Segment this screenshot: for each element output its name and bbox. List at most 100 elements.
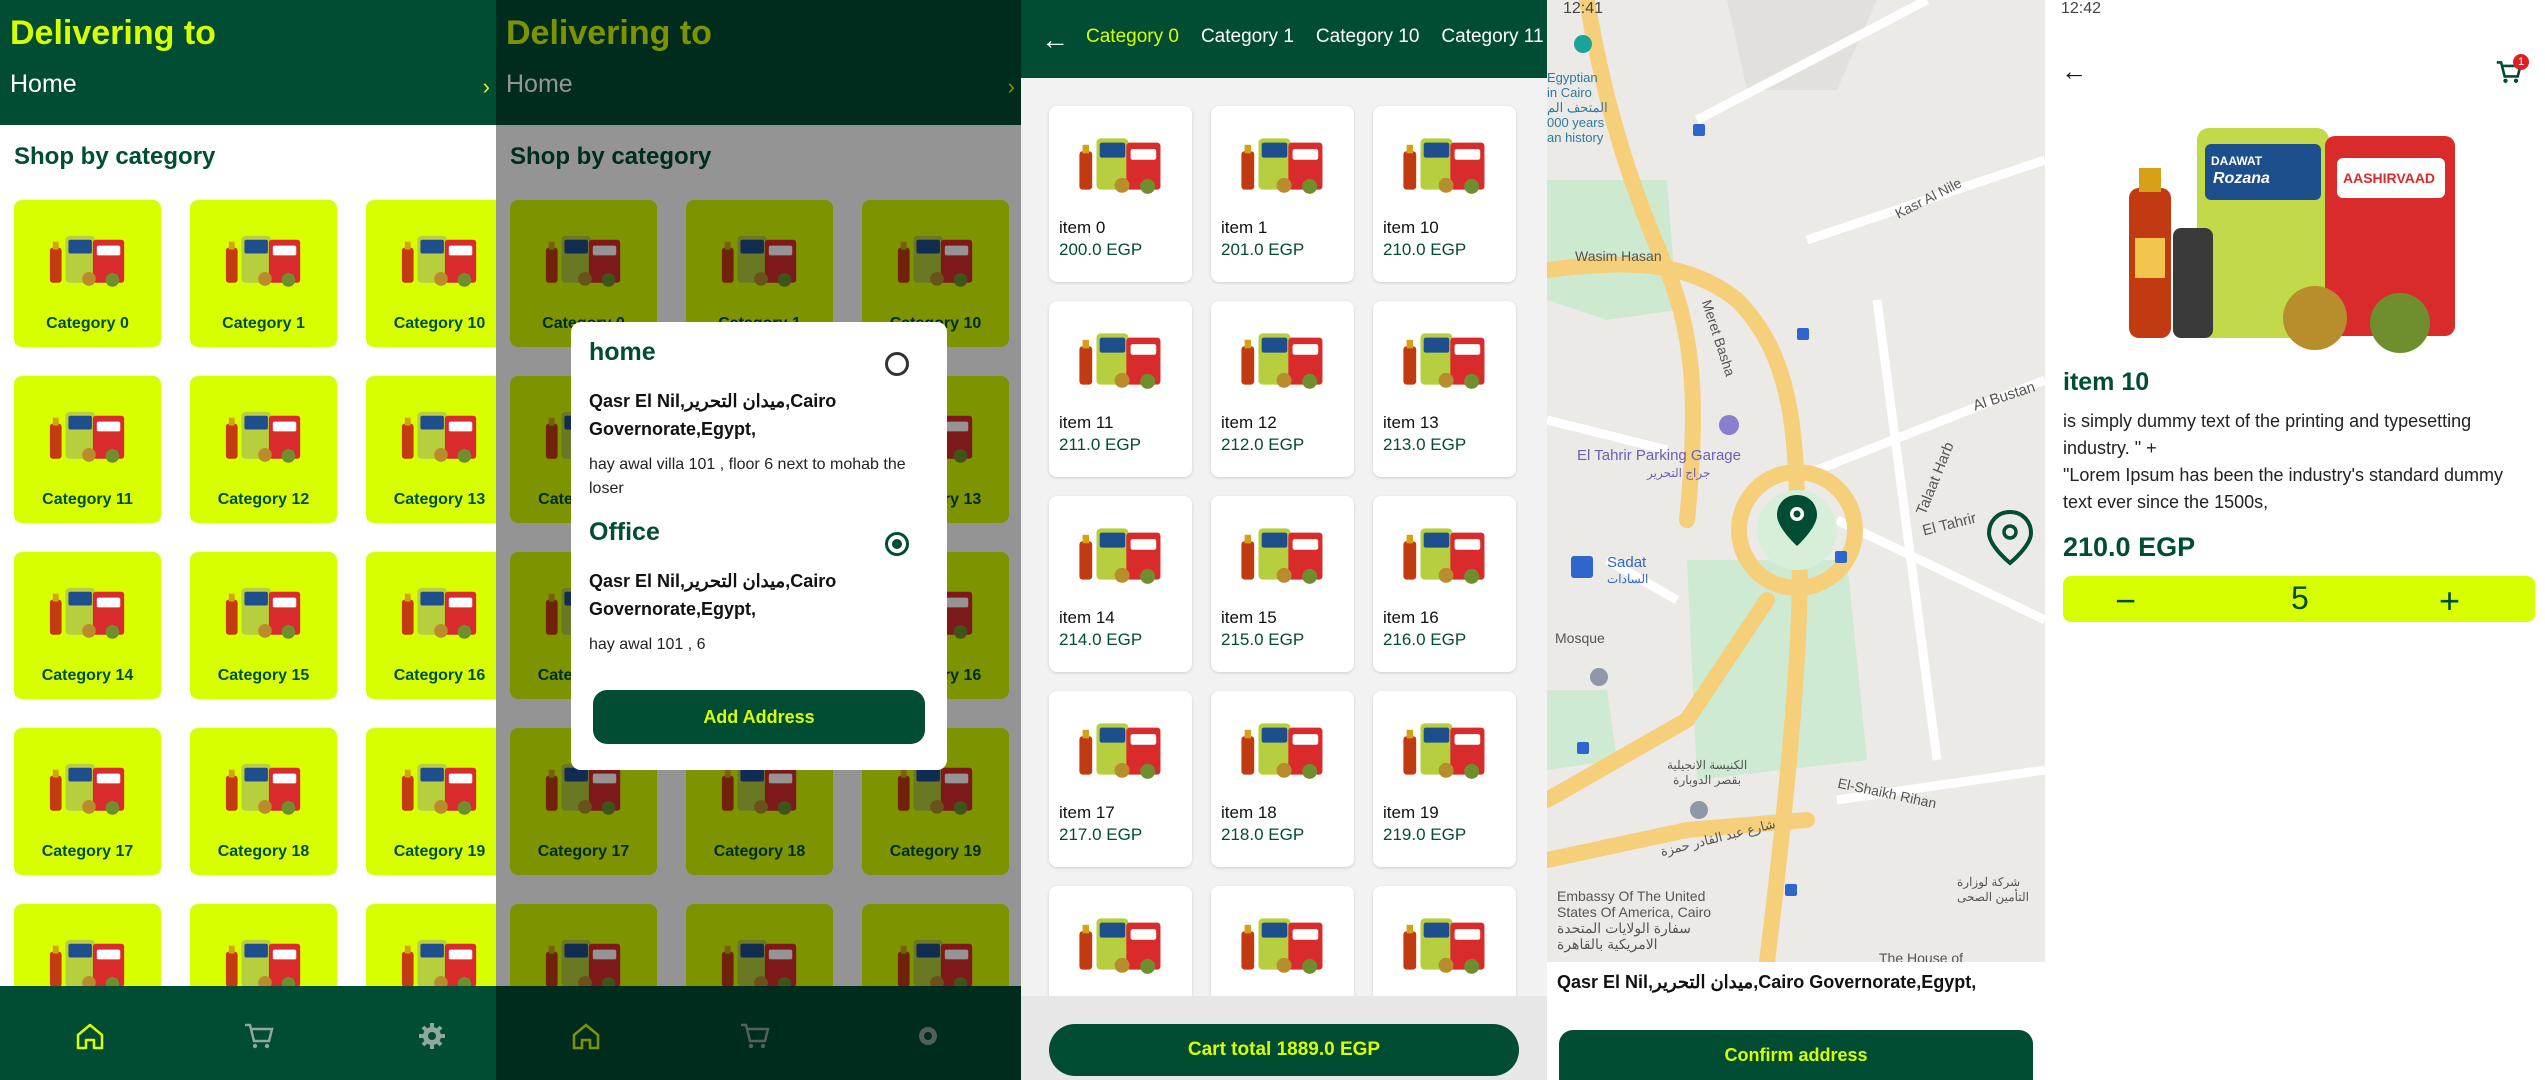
category-label: Category 15 bbox=[217, 667, 310, 684]
radio-home[interactable] bbox=[885, 352, 909, 376]
selected-address: Qasr El Nil,ميدان التحرير,Cairo Governor… bbox=[1557, 972, 1977, 992]
item-price: 215.0 EGP bbox=[1221, 630, 1305, 649]
tab-category-11[interactable]: Category 11 bbox=[1441, 26, 1543, 48]
quantity-value: 5 bbox=[2291, 580, 2309, 616]
item-card[interactable]: item 10 210.0 EGP bbox=[1373, 106, 1516, 282]
category-tile[interactable]: Category 16 bbox=[366, 552, 496, 699]
map-label-museum: Egyptian in Cairo المتحف الم 000 years a… bbox=[1547, 70, 1608, 145]
address-detail: hay awal 101 , 6 bbox=[589, 636, 706, 653]
address-option-home[interactable]: home Qasr El Nil,ميدان التحرير,Cairo Gov… bbox=[589, 338, 929, 518]
product-thumbnail bbox=[401, 763, 476, 815]
item-card[interactable]: item 15 215.0 EGP bbox=[1211, 496, 1354, 672]
item-price: 213.0 EGP bbox=[1383, 435, 1467, 454]
item-card[interactable]: item 1 201.0 EGP bbox=[1211, 106, 1354, 282]
address-dialog: home Qasr El Nil,ميدان التحرير,Cairo Gov… bbox=[571, 322, 947, 770]
radio-office[interactable] bbox=[885, 532, 909, 556]
confirm-address-button[interactable]: Confirm address bbox=[1559, 1030, 2033, 1080]
category-tile[interactable]: Category 0 bbox=[14, 200, 161, 347]
category-label: Category 18 bbox=[217, 843, 310, 860]
add-address-button[interactable]: Add Address bbox=[593, 690, 925, 744]
product-thumbnail bbox=[225, 763, 300, 815]
delivery-header[interactable]: Delivering to Home › bbox=[0, 0, 496, 125]
map-label-sadat: Sadat bbox=[1607, 554, 1647, 571]
map-label-garage-ar: جراج التحرير bbox=[1647, 466, 1711, 480]
map-label-mosque: Mosque bbox=[1555, 630, 1605, 646]
category-tile[interactable]: Category 14 bbox=[14, 552, 161, 699]
category-tile[interactable]: Category 15 bbox=[190, 552, 337, 699]
header-title: Delivering to bbox=[10, 14, 216, 52]
category-tab-bar: ← Category 0 Category 1 Category 10 Cate… bbox=[1021, 0, 1547, 78]
tab-category-0[interactable]: Category 0 bbox=[1086, 26, 1179, 48]
item-card[interactable]: item 18 218.0 EGP bbox=[1211, 691, 1354, 867]
item-card[interactable]: item 16 216.0 EGP bbox=[1373, 496, 1516, 672]
item-price: 216.0 EGP bbox=[1383, 630, 1467, 649]
category-tile[interactable]: Category 18 bbox=[190, 728, 337, 875]
category-tile[interactable]: Category 17 bbox=[14, 728, 161, 875]
map-label-church: الكنيسة الانجيلية بقصر الدوبارة bbox=[1667, 758, 1748, 787]
address-dialog-screen: Delivering to Home › Shop by category Ca… bbox=[496, 0, 1021, 1080]
map-label-sadat-ar: السادات bbox=[1607, 572, 1649, 586]
home-icon[interactable] bbox=[74, 1020, 106, 1052]
cart-button[interactable]: 1 bbox=[2495, 54, 2529, 92]
product-thumbnail bbox=[49, 587, 124, 639]
product-thumbnail bbox=[1240, 918, 1322, 974]
item-card[interactable]: item 13 213.0 EGP bbox=[1373, 301, 1516, 477]
minus-icon[interactable]: − bbox=[2115, 580, 2136, 622]
tab-category-1[interactable]: Category 1 bbox=[1201, 26, 1294, 48]
cart-bar: Cart total 1889.0 EGP bbox=[1021, 996, 1547, 1080]
item-name: item 13 bbox=[1383, 413, 1439, 432]
product-image: DAAWAT Rozana AASHIRVAAD bbox=[2115, 118, 2475, 354]
product-thumbnail bbox=[1402, 138, 1484, 194]
cart-total-button[interactable]: Cart total 1889.0 EGP bbox=[1049, 1024, 1519, 1076]
item-description: is simply dummy text of the printing and… bbox=[2063, 411, 2504, 512]
status-time: 12:41 bbox=[1563, 0, 1604, 17]
product-thumbnail bbox=[49, 235, 124, 287]
tab-category-10[interactable]: Category 10 bbox=[1316, 26, 1420, 48]
map-view[interactable]: 12:41 Egyptian in Cairo المتحف الم 000 y… bbox=[1547, 0, 2045, 962]
product-thumbnail bbox=[225, 235, 300, 287]
back-arrow-icon[interactable]: ← bbox=[1041, 24, 1069, 56]
category-tile[interactable]: Category 11 bbox=[14, 376, 161, 523]
item-card[interactable]: item 17 217.0 EGP bbox=[1049, 691, 1192, 867]
product-thumbnail bbox=[1240, 528, 1322, 584]
cart-icon[interactable] bbox=[243, 1020, 275, 1052]
item-name: item 10 bbox=[2063, 368, 2150, 396]
category-tile[interactable]: Category 13 bbox=[366, 376, 496, 523]
product-thumbnail bbox=[225, 587, 300, 639]
gear-icon[interactable] bbox=[416, 1020, 448, 1052]
category-label: Category 0 bbox=[46, 315, 129, 332]
category-label: Category 11 bbox=[42, 491, 133, 508]
item-card[interactable]: item 0 200.0 EGP bbox=[1049, 106, 1192, 282]
item-card[interactable]: item 11 211.0 EGP bbox=[1049, 301, 1192, 477]
map-screen: 12:41 Egyptian in Cairo المتحف الم 000 y… bbox=[1547, 0, 2045, 1080]
category-label: Category 13 bbox=[393, 491, 486, 508]
item-card[interactable]: item 19 219.0 EGP bbox=[1373, 691, 1516, 867]
item-card[interactable]: item 12 212.0 EGP bbox=[1211, 301, 1354, 477]
product-thumbnail bbox=[401, 411, 476, 463]
category-tile[interactable]: Category 10 bbox=[366, 200, 496, 347]
item-card[interactable]: item 14 214.0 EGP bbox=[1049, 496, 1192, 672]
item-name: item 18 bbox=[1221, 803, 1277, 822]
plus-icon[interactable]: + bbox=[2439, 580, 2460, 622]
product-thumbnail bbox=[49, 411, 124, 463]
chevron-right-icon: › bbox=[482, 74, 490, 99]
delivery-address: Home bbox=[10, 70, 77, 98]
product-thumbnail bbox=[1240, 333, 1322, 389]
address-name: Office bbox=[589, 518, 660, 546]
back-arrow-icon[interactable]: ← bbox=[2061, 56, 2087, 87]
category-tile[interactable]: Category 1 bbox=[190, 200, 337, 347]
product-thumbnail bbox=[225, 411, 300, 463]
section-title: Shop by category bbox=[14, 143, 216, 170]
category-tile[interactable]: Category 19 bbox=[366, 728, 496, 875]
address-option-office[interactable]: Office Qasr El Nil,ميدان التحرير,Cairo G… bbox=[589, 518, 929, 686]
item-price: 217.0 EGP bbox=[1059, 825, 1143, 844]
item-price: 212.0 EGP bbox=[1221, 435, 1305, 454]
product-thumbnail bbox=[1402, 723, 1484, 779]
category-items-screen: ← Category 0 Category 1 Category 10 Cate… bbox=[1021, 0, 1547, 1080]
category-tile[interactable]: Category 12 bbox=[190, 376, 337, 523]
quantity-stepper: − 5 + bbox=[2063, 576, 2535, 622]
brand-label: DAAWAT bbox=[2211, 154, 2263, 168]
product-thumbnail bbox=[1402, 918, 1484, 974]
brand-label: AASHIRVAAD bbox=[2343, 170, 2436, 186]
item-name: item 0 bbox=[1059, 218, 1106, 237]
